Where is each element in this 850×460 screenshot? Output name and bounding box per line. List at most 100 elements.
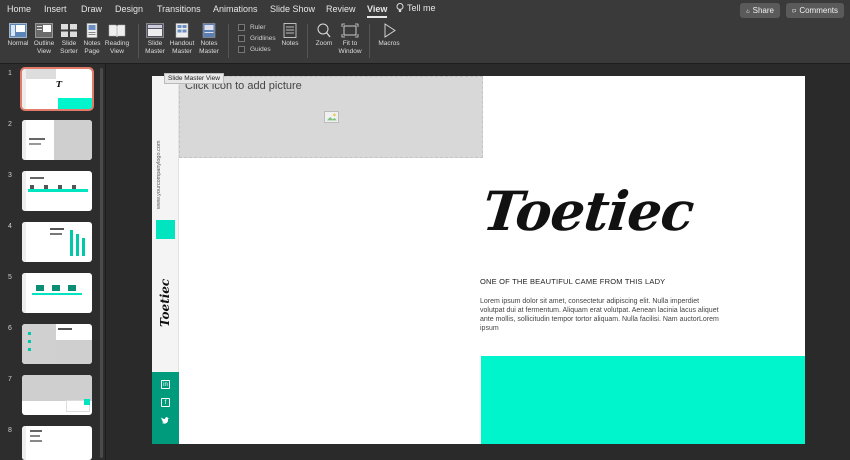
slide-sorter-label: Slide Sorter bbox=[60, 40, 78, 55]
slide-number: 3 bbox=[8, 172, 12, 179]
handout-master-button[interactable]: Handout Master bbox=[168, 23, 196, 55]
gridlines-checkbox-box[interactable] bbox=[238, 35, 245, 42]
slide-number: 2 bbox=[8, 121, 12, 128]
thumbnails-scrollbar[interactable] bbox=[100, 68, 103, 458]
tell-me-label: Tell me bbox=[407, 3, 436, 13]
slide-thumbnail-4[interactable] bbox=[22, 222, 92, 262]
slide-master-icon bbox=[146, 23, 164, 38]
ribbon-separator bbox=[307, 24, 308, 58]
slide-number: 8 bbox=[8, 427, 12, 434]
macros-label: Macros bbox=[378, 40, 400, 47]
gridlines-checkbox[interactable]: Gridlines bbox=[238, 35, 276, 42]
ribbon-separator bbox=[228, 24, 229, 58]
guides-checkbox-box[interactable] bbox=[238, 46, 245, 53]
ruler-checkbox-box[interactable] bbox=[238, 24, 245, 31]
notes-button[interactable]: Notes bbox=[278, 23, 302, 48]
share-button[interactable]: Share bbox=[740, 3, 780, 18]
notes-master-button[interactable]: Notes Master bbox=[197, 23, 221, 55]
notes-label: Notes bbox=[281, 40, 299, 47]
ribbon-separator bbox=[369, 24, 370, 58]
comments-button[interactable]: Comments bbox=[786, 3, 844, 18]
magnifier-icon bbox=[317, 23, 331, 38]
insert-picture-icon[interactable] bbox=[324, 111, 339, 123]
linkedin-icon[interactable]: in bbox=[161, 380, 170, 389]
tab-animations[interactable]: Animations bbox=[213, 4, 258, 14]
reading-view-button[interactable]: Reading View bbox=[103, 23, 131, 55]
tab-home[interactable]: Home bbox=[7, 4, 31, 14]
vertical-logo[interactable]: Toetiec bbox=[153, 276, 177, 330]
notes-icon bbox=[283, 23, 297, 38]
fit-to-window-icon bbox=[341, 23, 359, 38]
ribbon-separator bbox=[138, 24, 139, 58]
zoom-button[interactable]: Zoom bbox=[312, 23, 336, 48]
slide-number: 1 bbox=[8, 70, 12, 77]
macros-button[interactable]: Macros bbox=[376, 23, 402, 48]
slide-number: 6 bbox=[8, 325, 12, 332]
slide-thumbnails-panel: 1 T 2 3 4 5 6 7 8 bbox=[0, 64, 106, 460]
slide-thumbnail-5[interactable] bbox=[22, 273, 92, 313]
lightbulb-icon bbox=[396, 3, 404, 12]
slide-number: 4 bbox=[8, 223, 12, 230]
normal-label: Normal bbox=[7, 40, 29, 47]
handout-master-icon bbox=[175, 23, 189, 38]
tab-transitions[interactable]: Transitions bbox=[157, 4, 201, 14]
guides-label: Guides bbox=[250, 46, 271, 53]
slide-master-label: Slide Master bbox=[145, 40, 165, 55]
notes-page-button[interactable]: Notes Page bbox=[80, 23, 104, 55]
outline-view-icon bbox=[35, 23, 53, 38]
left-sidebar-strip: www.yourcompanylogo.com Toetiec in f bbox=[152, 76, 179, 444]
powerpoint-window: Home Insert Draw Design Transitions Anim… bbox=[0, 0, 850, 460]
active-tab-indicator bbox=[367, 16, 387, 18]
brand-logo-text[interactable]: Toetiec bbox=[480, 179, 787, 243]
tab-design[interactable]: Design bbox=[115, 4, 143, 14]
normal-view-button[interactable]: Normal bbox=[6, 23, 30, 48]
slide-subtitle[interactable]: ONE OF THE BEAUTIFUL CAME FROM THIS LADY bbox=[480, 277, 665, 286]
comment-icon bbox=[792, 8, 796, 13]
accent-square[interactable] bbox=[156, 220, 175, 239]
comments-label: Comments bbox=[799, 6, 838, 15]
share-label: Share bbox=[752, 6, 774, 15]
slide-thumbnail-6[interactable] bbox=[22, 324, 92, 364]
picture-placeholder[interactable]: Click icon to add picture bbox=[179, 76, 483, 158]
slide-canvas[interactable]: www.yourcompanylogo.com Toetiec in f Cli… bbox=[152, 76, 805, 444]
tab-insert[interactable]: Insert bbox=[44, 4, 67, 14]
slide-thumbnail-2[interactable] bbox=[22, 120, 92, 160]
ribbon-tabs: Home Insert Draw Design Transitions Anim… bbox=[0, 0, 850, 20]
slide-number: 5 bbox=[8, 274, 12, 281]
website-url[interactable]: www.yourcompanylogo.com bbox=[156, 130, 174, 220]
facebook-icon[interactable]: f bbox=[161, 398, 170, 407]
fit-to-window-button[interactable]: Fit to Window bbox=[337, 23, 363, 55]
tab-draw[interactable]: Draw bbox=[81, 4, 102, 14]
fit-to-window-label: Fit to Window bbox=[338, 40, 362, 55]
twitter-icon[interactable] bbox=[161, 417, 170, 425]
slide-body-text[interactable]: Lorem ipsum dolor sit amet, consectetur … bbox=[480, 297, 720, 333]
slide-number: 7 bbox=[8, 376, 12, 383]
tell-me-search[interactable]: Tell me bbox=[396, 3, 436, 13]
slide-thumbnail-3[interactable] bbox=[22, 171, 92, 211]
notes-page-icon bbox=[86, 23, 98, 38]
tab-review[interactable]: Review bbox=[326, 4, 356, 14]
notes-page-label: Notes Page bbox=[83, 40, 101, 55]
social-icons-bar: in f bbox=[152, 372, 179, 444]
accent-block[interactable] bbox=[481, 356, 805, 444]
slide-sorter-icon bbox=[61, 24, 77, 37]
slide-master-tooltip: Slide Master View bbox=[164, 73, 224, 84]
slide-sorter-button[interactable]: Slide Sorter bbox=[57, 23, 81, 55]
slide-thumbnail-7[interactable] bbox=[22, 375, 92, 415]
ruler-checkbox[interactable]: Ruler bbox=[238, 24, 266, 31]
play-icon bbox=[384, 23, 396, 38]
ruler-label: Ruler bbox=[250, 24, 266, 31]
gridlines-label: Gridlines bbox=[250, 35, 276, 42]
share-icon bbox=[746, 8, 750, 13]
slide-master-button[interactable]: Slide Master bbox=[143, 23, 167, 55]
reading-view-icon bbox=[108, 24, 126, 38]
reading-view-label: Reading View bbox=[104, 40, 130, 55]
slide-thumbnail-1[interactable]: T bbox=[20, 67, 94, 111]
slide-thumbnail-8[interactable] bbox=[22, 426, 92, 460]
outline-view-button[interactable]: Outline View bbox=[32, 23, 56, 55]
tab-view[interactable]: View bbox=[367, 4, 387, 14]
tab-slide-show[interactable]: Slide Show bbox=[270, 4, 315, 14]
view-ribbon: Normal Outline View Slide Sorter Notes P… bbox=[0, 20, 850, 64]
normal-view-icon bbox=[9, 23, 27, 38]
guides-checkbox[interactable]: Guides bbox=[238, 46, 271, 53]
